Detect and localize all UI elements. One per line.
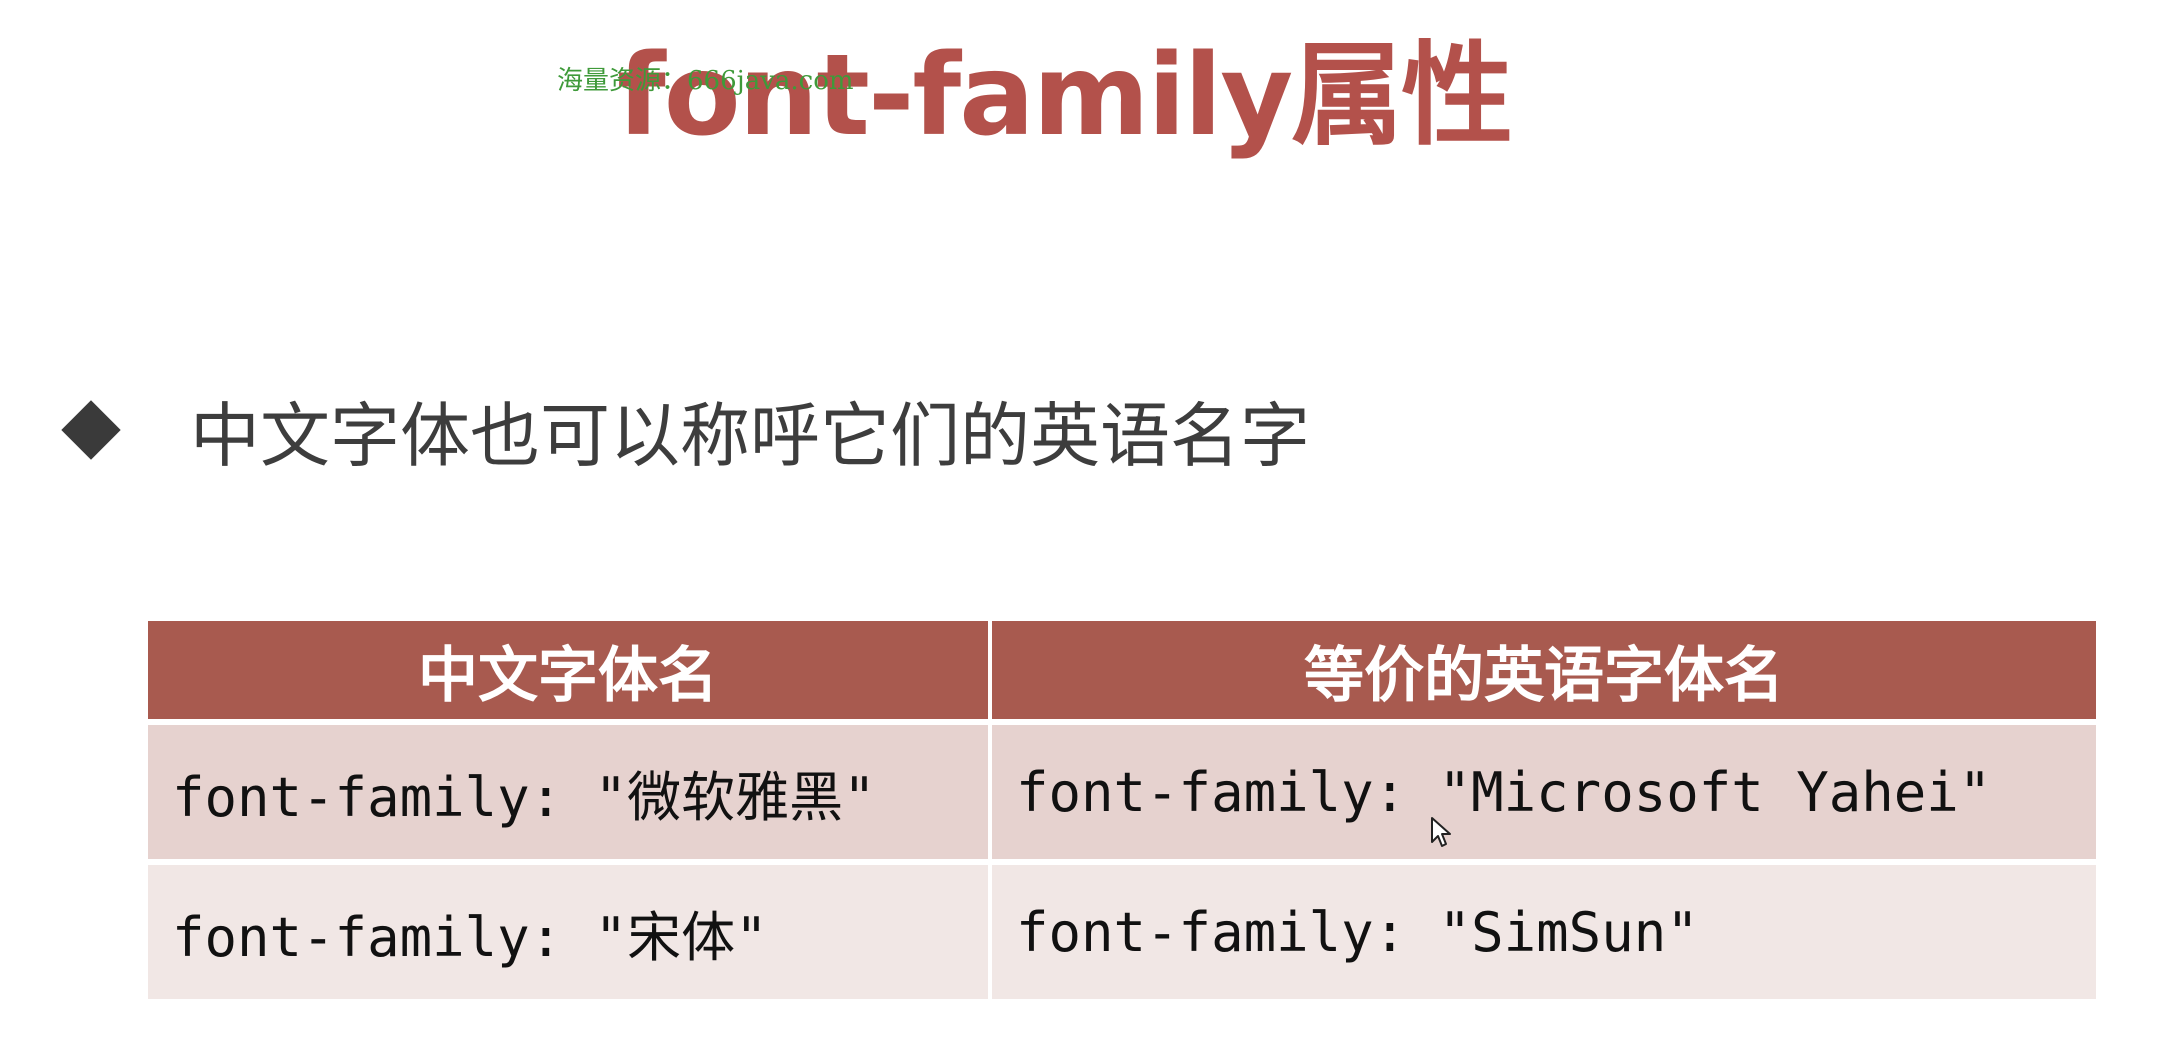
- table-cell: font-family: "Microsoft Yahei": [992, 725, 2096, 859]
- table-header-row: 中文字体名 等价的英语字体名: [148, 621, 2096, 719]
- table-cell: font-family: "宋体": [148, 865, 988, 999]
- table-row: font-family: "微软雅黑" font-family: "Micros…: [148, 725, 2096, 859]
- watermark: 海量资源：666java.com: [557, 66, 854, 96]
- mouse-pointer-icon: [1431, 817, 1451, 847]
- slide: 海量资源：666java.com font-family属性 中文字体也可以称呼…: [0, 0, 2174, 1040]
- table-cell: font-family: "微软雅黑": [148, 725, 988, 859]
- header-chinese-font-name: 中文字体名: [148, 621, 988, 719]
- table-row: font-family: "宋体" font-family: "SimSun": [148, 865, 2096, 999]
- font-name-table: 中文字体名 等价的英语字体名 font-family: "微软雅黑" font-…: [148, 621, 2096, 999]
- bullet-point: 中文字体也可以称呼它们的英语名字: [60, 380, 1310, 480]
- table-cell: font-family: "SimSun": [992, 865, 2096, 999]
- header-english-font-name: 等价的英语字体名: [992, 621, 2096, 719]
- bullet-text: 中文字体也可以称呼它们的英语名字: [190, 394, 1310, 477]
- diamond-bullet-icon: [61, 400, 121, 460]
